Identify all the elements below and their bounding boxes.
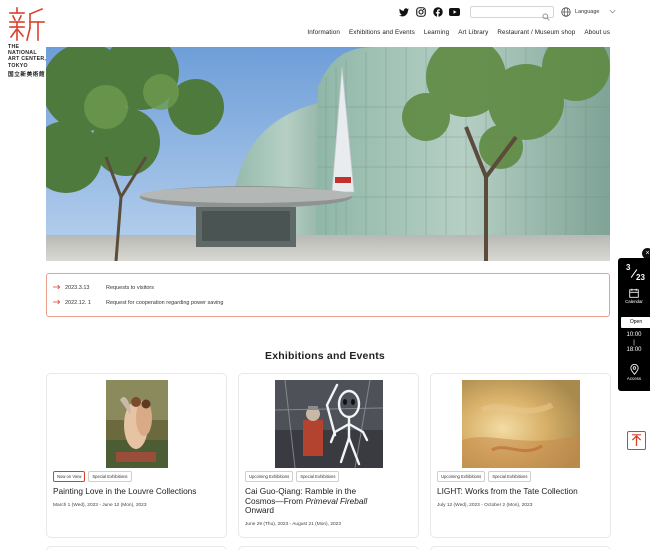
card-title-italic: Primeval Fireball bbox=[305, 495, 368, 506]
arrow-right-icon bbox=[53, 298, 62, 307]
search-icon[interactable] bbox=[542, 8, 550, 26]
nav-exhibitions-and-events[interactable]: Exhibitions and Events bbox=[349, 29, 415, 36]
card-tags: Upcoming Exhibitions Special Exhibitions bbox=[437, 471, 534, 482]
notice-date: 2022.12. 1 bbox=[65, 299, 91, 306]
exhibition-card[interactable]: Upcoming Exhibitions Special Exhibitions… bbox=[238, 373, 419, 538]
notice-item[interactable]: 2023.3.13 Requests to visitors bbox=[53, 280, 154, 295]
notice-date: 2023.3.13 bbox=[65, 284, 90, 291]
floating-sidebar: 3 23 Calendar Open 10:00 | 18:00 Access bbox=[618, 258, 650, 391]
card-title[interactable]: Painting Love in the Louvre Collections bbox=[53, 486, 228, 497]
open-status-badge: Open bbox=[621, 317, 650, 328]
status-badge: Upcoming Exhibitions bbox=[245, 471, 294, 482]
notice-item[interactable]: 2022.12. 1 Request for cooperation regar… bbox=[53, 295, 223, 310]
category-badge: Special Exhibitions bbox=[296, 471, 340, 482]
access-link[interactable]: Access bbox=[618, 363, 650, 381]
chevron-down-icon bbox=[609, 9, 617, 16]
nav-art-library[interactable]: Art Library bbox=[458, 29, 488, 36]
exhibition-image bbox=[461, 380, 580, 468]
exhibition-card-partial[interactable] bbox=[46, 546, 227, 550]
language-selector[interactable]: Language bbox=[561, 7, 617, 17]
today-day: 23 bbox=[636, 273, 645, 282]
card-dates: June 29 (Thu), 2023 - August 21 (Mon), 2… bbox=[245, 522, 341, 527]
logo-mark-icon bbox=[9, 7, 45, 41]
main-nav: Information Exhibitions and Events Learn… bbox=[298, 29, 610, 36]
globe-icon bbox=[561, 7, 571, 17]
exhibition-image bbox=[274, 380, 383, 468]
twitter-icon[interactable] bbox=[398, 7, 409, 18]
card-tags: Now on View Special Exhibitions bbox=[53, 471, 135, 482]
card-tags: Upcoming Exhibitions Special Exhibitions bbox=[245, 471, 342, 482]
exhibition-image bbox=[105, 380, 168, 468]
exhibition-card-partial[interactable] bbox=[238, 546, 419, 550]
open-time: 10:00 bbox=[626, 332, 642, 338]
exhibition-card[interactable]: Now on View Special Exhibitions Painting… bbox=[46, 373, 227, 538]
language-label: Language bbox=[575, 9, 600, 15]
map-pin-icon bbox=[629, 363, 639, 375]
card-title[interactable]: LIGHT: Works from the Tate Collection bbox=[437, 486, 612, 497]
card-dates: March 1 (Wed), 2023 - June 12 (Mon), 202… bbox=[53, 503, 147, 508]
nav-information[interactable]: Information bbox=[307, 29, 340, 36]
calendar-link[interactable]: Calendar bbox=[618, 288, 650, 304]
arrow-up-icon bbox=[631, 434, 642, 446]
notice-text[interactable]: Request for cooperation regarding power … bbox=[106, 300, 223, 306]
exhibition-card[interactable]: Upcoming Exhibitions Special Exhibitions… bbox=[430, 373, 611, 538]
close-icon: × bbox=[645, 250, 650, 257]
calendar-label: Calendar bbox=[625, 299, 643, 304]
youtube-icon[interactable] bbox=[449, 7, 460, 18]
search-box bbox=[470, 6, 554, 24]
nav-restaurant-museum-shop[interactable]: Restaurant / Museum shop bbox=[497, 29, 575, 36]
notice-box: 2023.3.13 Requests to visitors 2022.12. … bbox=[46, 273, 610, 317]
hero-image bbox=[46, 47, 610, 261]
status-badge: Upcoming Exhibitions bbox=[437, 471, 486, 482]
nav-about-us[interactable]: About us bbox=[584, 29, 610, 36]
category-badge: Special Exhibitions bbox=[88, 471, 132, 482]
facebook-icon[interactable] bbox=[432, 7, 443, 18]
calendar-icon bbox=[629, 288, 639, 298]
today-month: 3 bbox=[626, 263, 631, 272]
card-title-line: Cosmos—From bbox=[245, 495, 306, 506]
exhibition-card-partial[interactable] bbox=[430, 546, 611, 550]
access-label: Access bbox=[626, 376, 642, 381]
today-date: 3 23 bbox=[618, 263, 650, 287]
back-to-top-button[interactable] bbox=[627, 431, 646, 450]
card-title[interactable]: Cai Guo-Qiang: Ramble in the Cosmos—From… bbox=[245, 486, 420, 516]
arrow-right-icon bbox=[53, 283, 62, 292]
category-badge: Special Exhibitions bbox=[488, 471, 532, 482]
notice-text[interactable]: Requests to visitors bbox=[106, 285, 154, 291]
instagram-icon[interactable] bbox=[415, 7, 426, 18]
search-input[interactable] bbox=[471, 14, 541, 24]
status-badge: Now on View bbox=[53, 471, 86, 482]
nav-learning[interactable]: Learning bbox=[424, 29, 449, 36]
section-title: Exhibitions and Events bbox=[265, 350, 385, 362]
utility-bar: Language bbox=[398, 6, 617, 24]
card-title-line: Cai Guo-Qiang: Ramble in the bbox=[245, 486, 357, 496]
card-title-line: Onward bbox=[245, 505, 275, 516]
time-separator: | bbox=[633, 339, 635, 346]
card-dates: July 12 (Wed), 2023 - October 2 (Mon), 2… bbox=[437, 503, 533, 508]
